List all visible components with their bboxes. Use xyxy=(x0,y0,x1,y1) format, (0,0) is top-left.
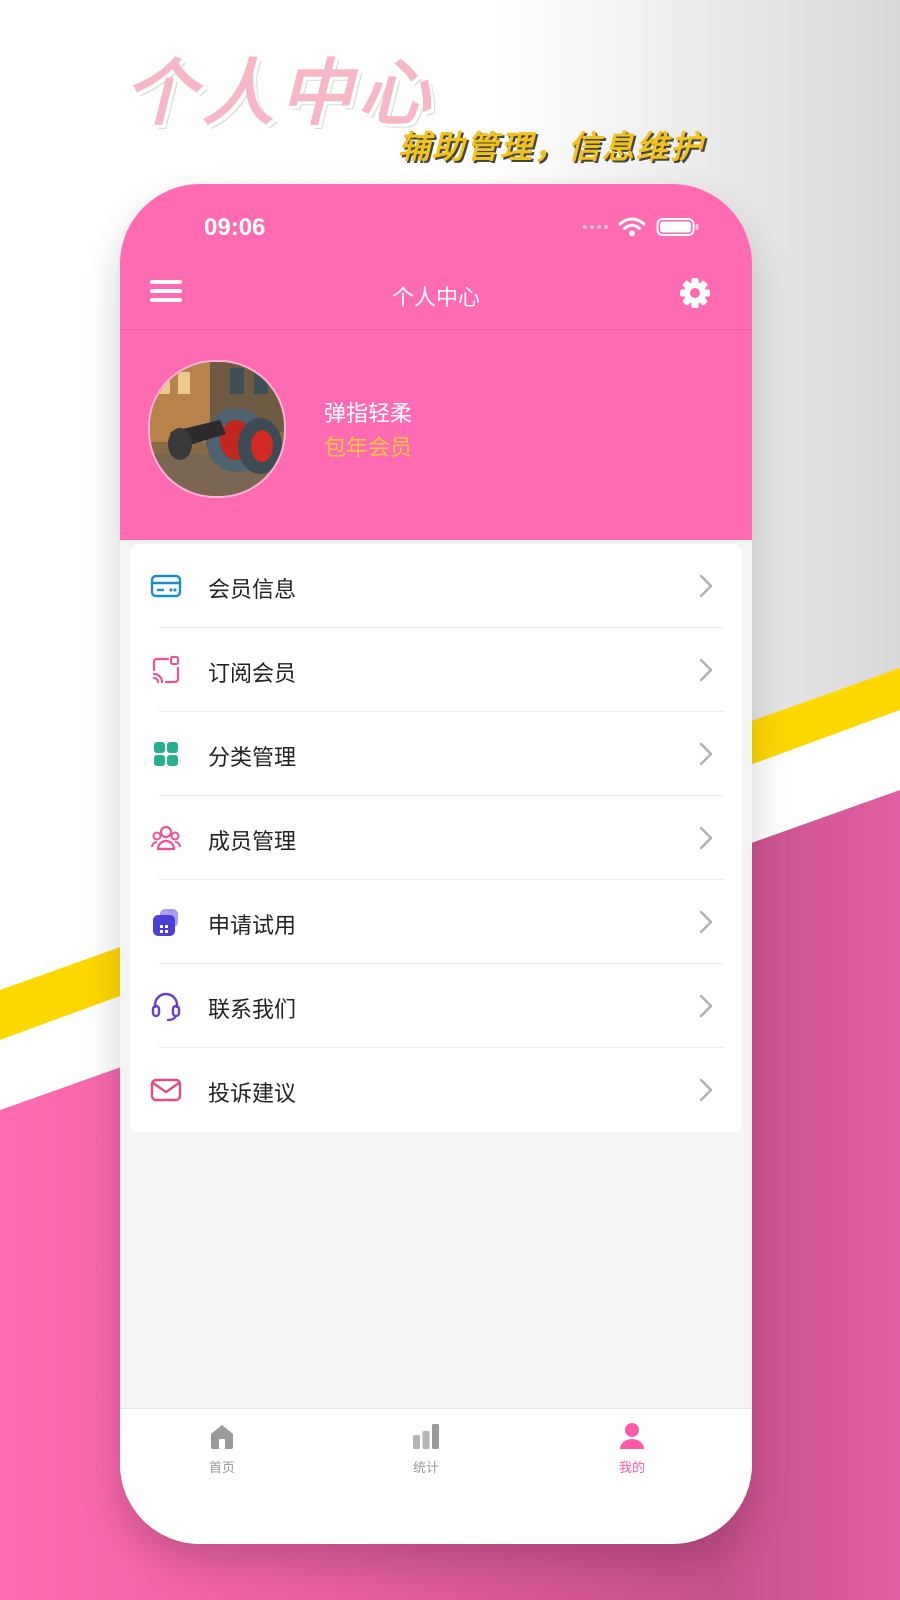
membership-card-icon xyxy=(150,574,182,598)
avatar[interactable] xyxy=(148,360,286,498)
signal-icon xyxy=(583,225,608,229)
tab-mine[interactable]: 我的 xyxy=(572,1421,692,1491)
chevron-right-icon xyxy=(699,910,713,934)
menu-item-label: 投诉建议 xyxy=(208,1082,297,1107)
chevron-right-icon xyxy=(699,574,713,598)
navigation-bar: 个人中心 xyxy=(120,260,752,328)
menu-item-contact-us[interactable]: 联系我们 xyxy=(130,964,742,1048)
battery-icon xyxy=(656,218,699,236)
home-icon xyxy=(211,1425,233,1449)
status-icons xyxy=(583,214,700,240)
menu-item-member-management[interactable]: 成员管理 xyxy=(130,796,742,880)
menu-item-apply-trial[interactable]: 申请试用 xyxy=(130,880,742,964)
menu-item-membership-info[interactable]: 会员信息 xyxy=(130,544,742,628)
tab-label: 统计 xyxy=(412,1461,439,1476)
menu-item-label: 会员信息 xyxy=(208,578,297,603)
user-icon xyxy=(620,1423,644,1449)
chevron-right-icon xyxy=(699,994,713,1018)
user-name: 弹指轻柔 xyxy=(324,402,413,427)
menu-item-label: 申请试用 xyxy=(208,914,297,939)
chevron-right-icon xyxy=(699,826,713,850)
navbar-divider xyxy=(120,329,752,330)
promo-subtitle: 辅助管理，信息维护 xyxy=(398,128,705,166)
tab-home[interactable]: 首页 xyxy=(162,1421,282,1491)
wifi-icon xyxy=(618,217,646,237)
category-grid-icon xyxy=(154,742,178,766)
member-tier-badge: 包年会员 xyxy=(324,436,413,461)
bar-chart-icon xyxy=(413,1424,439,1449)
promo-title: 个人中心 xyxy=(124,51,437,135)
tab-label: 我的 xyxy=(618,1461,645,1476)
tab-label: 首页 xyxy=(208,1461,235,1476)
tab-bar: 首页 统计 我的 xyxy=(120,1408,752,1544)
chevron-right-icon xyxy=(699,1078,713,1102)
headset-icon xyxy=(151,992,181,1022)
mail-icon xyxy=(150,1078,182,1102)
menu-item-label: 订阅会员 xyxy=(208,662,297,687)
subscription-icon xyxy=(152,656,180,684)
members-icon xyxy=(151,825,181,851)
menu-item-feedback[interactable]: 投诉建议 xyxy=(130,1048,742,1132)
gear-icon[interactable] xyxy=(678,276,712,310)
trial-apply-icon xyxy=(153,909,178,936)
menu-item-subscribe[interactable]: 订阅会员 xyxy=(130,628,742,712)
page-title: 个人中心 xyxy=(391,286,480,311)
chevron-right-icon xyxy=(699,658,713,682)
status-time: 09:06 xyxy=(204,214,266,241)
menu-item-label: 成员管理 xyxy=(208,830,297,855)
phone-frame: 09:06 个人中心 弹指轻柔 包年会员 会员信息 订阅会员 分类管理 成员管理… xyxy=(120,184,752,1544)
menu-item-label: 分类管理 xyxy=(208,746,297,771)
menu-item-label: 联系我们 xyxy=(208,998,297,1023)
menu-item-category-management[interactable]: 分类管理 xyxy=(130,712,742,796)
menu-list: 会员信息 订阅会员 分类管理 成员管理 申请试用 联系我们 投诉建议 xyxy=(130,544,742,1132)
tab-statistics[interactable]: 统计 xyxy=(366,1421,486,1491)
chevron-right-icon xyxy=(699,742,713,766)
